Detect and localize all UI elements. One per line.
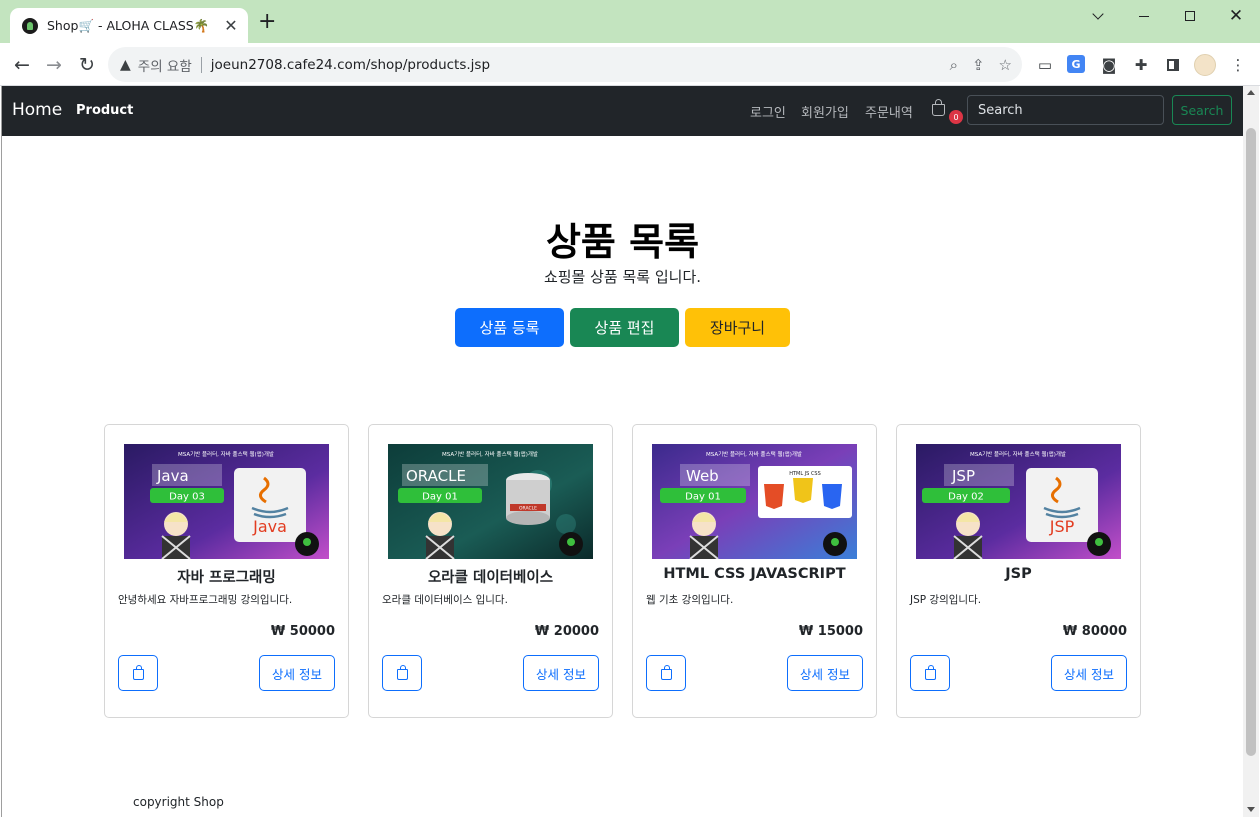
back-arrow-icon[interactable]: ← bbox=[9, 52, 35, 78]
thumb-header: MSA기반 플러터, 자바 풀스택 웹(앱)개발 bbox=[706, 450, 802, 458]
nav-login-link[interactable]: 로그인 bbox=[750, 102, 786, 121]
edit-product-button[interactable]: 상품 편집 bbox=[570, 308, 679, 347]
camera-icon[interactable]: ◙ bbox=[1099, 55, 1119, 75]
search-button[interactable]: Search bbox=[1172, 95, 1232, 125]
thumb-subject: ORACLE bbox=[406, 467, 466, 485]
product-card: MSA기반 플러터, 자바 풀스택 웹(앱)개발 Java Day 03 Jav… bbox=[104, 424, 349, 718]
add-to-cart-button[interactable] bbox=[382, 655, 422, 691]
scroll-up-arrow-icon[interactable] bbox=[1247, 90, 1255, 95]
product-thumbnail[interactable]: MSA기반 플러터, 자바 풀스택 웹(앱)개발 JSP Day 02 JSP bbox=[916, 444, 1121, 559]
profile-avatar[interactable] bbox=[1194, 54, 1216, 76]
share-icon[interactable]: ⇪ bbox=[972, 56, 985, 74]
product-card: MSA기반 플러터, 자바 풀스택 웹(앱)개발 Web Day 01 HTML… bbox=[632, 424, 877, 718]
thumb-day: Day 02 bbox=[948, 492, 984, 503]
detail-button[interactable]: 상세 정보 bbox=[259, 655, 335, 691]
product-card: MSA기반 플러터, 자바 풀스택 웹(앱)개발 JSP Day 02 JSP … bbox=[896, 424, 1141, 718]
add-to-cart-button[interactable] bbox=[910, 655, 950, 691]
product-description: JSP 강의입니다. bbox=[910, 594, 982, 606]
nav-cart-button[interactable]: 0 bbox=[930, 99, 963, 126]
product-thumbnail[interactable]: MSA기반 플러터, 자바 풀스택 웹(앱)개발 Web Day 01 HTML… bbox=[652, 444, 857, 559]
side-panel-icon[interactable] bbox=[1163, 55, 1183, 75]
product-thumbnail[interactable]: MSA기반 플러터, 자바 풀스택 웹(앱)개발 Java Day 03 Jav… bbox=[124, 444, 329, 559]
shopping-bag-icon bbox=[133, 665, 144, 680]
reload-icon[interactable]: ↻ bbox=[74, 52, 100, 78]
thumb-header: MSA기반 플러터, 자바 풀스택 웹(앱)개발 bbox=[970, 450, 1066, 458]
forward-arrow-icon[interactable]: → bbox=[41, 52, 67, 78]
site-navbar: Home Product 로그인 회원가입 주문내역 0 Search bbox=[2, 86, 1243, 136]
product-price: ₩ 80000 bbox=[1062, 624, 1127, 639]
google-translate-icon[interactable]: G bbox=[1067, 55, 1085, 73]
page-viewport: Home Product 로그인 회원가입 주문내역 0 Search 상품 목… bbox=[1, 86, 1259, 817]
nav-home-link[interactable]: Home bbox=[12, 100, 62, 120]
window-minimize-button[interactable] bbox=[1121, 4, 1167, 28]
scrollbar-thumb[interactable] bbox=[1246, 128, 1256, 756]
address-separator bbox=[200, 56, 202, 73]
security-label[interactable]: 주의 요함 bbox=[138, 55, 192, 75]
menu-kebab-icon[interactable]: ⋮ bbox=[1228, 55, 1248, 75]
thumb-logo: JSP bbox=[1049, 517, 1075, 536]
extensions-puzzle-icon[interactable]: ✚ bbox=[1131, 55, 1151, 75]
address-bar[interactable]: ▲ 주의 요함 joeun2708.cafe24.com/shop/produc… bbox=[108, 47, 1022, 82]
cart-count-badge: 0 bbox=[949, 110, 963, 124]
product-price: ₩ 15000 bbox=[798, 624, 863, 639]
tab-search-chevron-icon[interactable] bbox=[1075, 4, 1121, 28]
thumb-subject: Java bbox=[156, 467, 189, 485]
product-price: ₩ 20000 bbox=[534, 624, 599, 639]
thumb-day: Day 01 bbox=[685, 492, 721, 503]
browser-toolbar: ← → ↻ ▲ 주의 요함 joeun2708.cafe24.com/shop/… bbox=[0, 43, 1260, 86]
product-card: MSA기반 플러터, 자바 풀스택 웹(앱)개발 ORACLE Day 01 O… bbox=[368, 424, 613, 718]
warning-triangle-icon[interactable]: ▲ bbox=[120, 57, 131, 73]
product-name: 자바 프로그래밍 bbox=[177, 570, 276, 586]
zoom-icon[interactable]: ⌕ bbox=[950, 56, 958, 74]
nav-orders-link[interactable]: 주문내역 bbox=[865, 102, 913, 121]
product-name: JSP bbox=[1005, 566, 1032, 582]
browser-tab[interactable]: Shop🛒 - ALOHA CLASS🌴 ✕ bbox=[10, 8, 248, 43]
cast-icon[interactable]: ▭ bbox=[1035, 55, 1055, 75]
product-price: ₩ 50000 bbox=[270, 624, 335, 639]
add-to-cart-button[interactable] bbox=[646, 655, 686, 691]
nav-join-link[interactable]: 회원가입 bbox=[801, 102, 849, 121]
cart-button[interactable]: 장바구니 bbox=[685, 308, 790, 347]
thumb-header: MSA기반 플러터, 자바 풀스택 웹(앱)개발 bbox=[178, 450, 274, 458]
thumb-logo: HTML JS CSS bbox=[789, 471, 821, 477]
page-scrollbar[interactable] bbox=[1243, 86, 1259, 817]
window-maximize-button[interactable] bbox=[1167, 4, 1213, 28]
bookmark-star-icon[interactable]: ☆ bbox=[999, 56, 1012, 74]
tab-close-icon[interactable]: ✕ bbox=[222, 16, 240, 35]
scroll-down-arrow-icon[interactable] bbox=[1247, 807, 1255, 812]
url-text[interactable]: joeun2708.cafe24.com/shop/products.jsp bbox=[211, 57, 950, 73]
thumb-subject: JSP bbox=[951, 467, 975, 485]
tab-favicon-icon bbox=[22, 17, 38, 34]
thumb-logo: Java bbox=[252, 517, 287, 536]
browser-titlebar: Shop🛒 - ALOHA CLASS🌴 ✕ + ✕ bbox=[0, 0, 1260, 43]
page-subtitle: 쇼핑몰 상품 목록 입니다. bbox=[543, 268, 702, 286]
detail-button[interactable]: 상세 정보 bbox=[523, 655, 599, 691]
nav-product-link[interactable]: Product bbox=[76, 103, 133, 118]
new-tab-button[interactable]: + bbox=[258, 11, 276, 33]
page-title: 상품 목록 bbox=[545, 220, 700, 264]
thumb-day: Day 01 bbox=[422, 492, 458, 503]
shopping-bag-icon bbox=[925, 665, 936, 680]
thumb-header: MSA기반 플러터, 자바 풀스택 웹(앱)개발 bbox=[442, 450, 538, 458]
product-description: 오라클 데이터베이스 입니다. bbox=[382, 594, 508, 606]
tab-title: Shop🛒 - ALOHA CLASS🌴 bbox=[47, 17, 210, 33]
product-name: HTML CSS JAVASCRIPT bbox=[663, 566, 846, 582]
product-thumbnail[interactable]: MSA기반 플러터, 자바 풀스택 웹(앱)개발 ORACLE Day 01 O… bbox=[388, 444, 593, 559]
search-input[interactable] bbox=[967, 95, 1164, 125]
shopping-bag-icon bbox=[661, 665, 672, 680]
thumb-subject: Web bbox=[686, 467, 719, 485]
window-close-button[interactable]: ✕ bbox=[1213, 4, 1259, 28]
product-description: 안녕하세요 자바프로그래밍 강의입니다. bbox=[118, 594, 293, 606]
detail-button[interactable]: 상세 정보 bbox=[1051, 655, 1127, 691]
add-to-cart-button[interactable] bbox=[118, 655, 158, 691]
shopping-bag-icon bbox=[932, 99, 945, 116]
add-product-button[interactable]: 상품 등록 bbox=[455, 308, 564, 347]
product-name: 오라클 데이터베이스 bbox=[427, 570, 554, 586]
shopping-bag-icon bbox=[397, 665, 408, 680]
thumb-logo: ORACLE bbox=[519, 506, 537, 512]
detail-button[interactable]: 상세 정보 bbox=[787, 655, 863, 691]
footer-copyright: copyright Shop bbox=[133, 795, 224, 809]
thumb-day: Day 03 bbox=[169, 492, 205, 503]
product-description: 웹 기초 강의입니다. bbox=[646, 594, 734, 606]
